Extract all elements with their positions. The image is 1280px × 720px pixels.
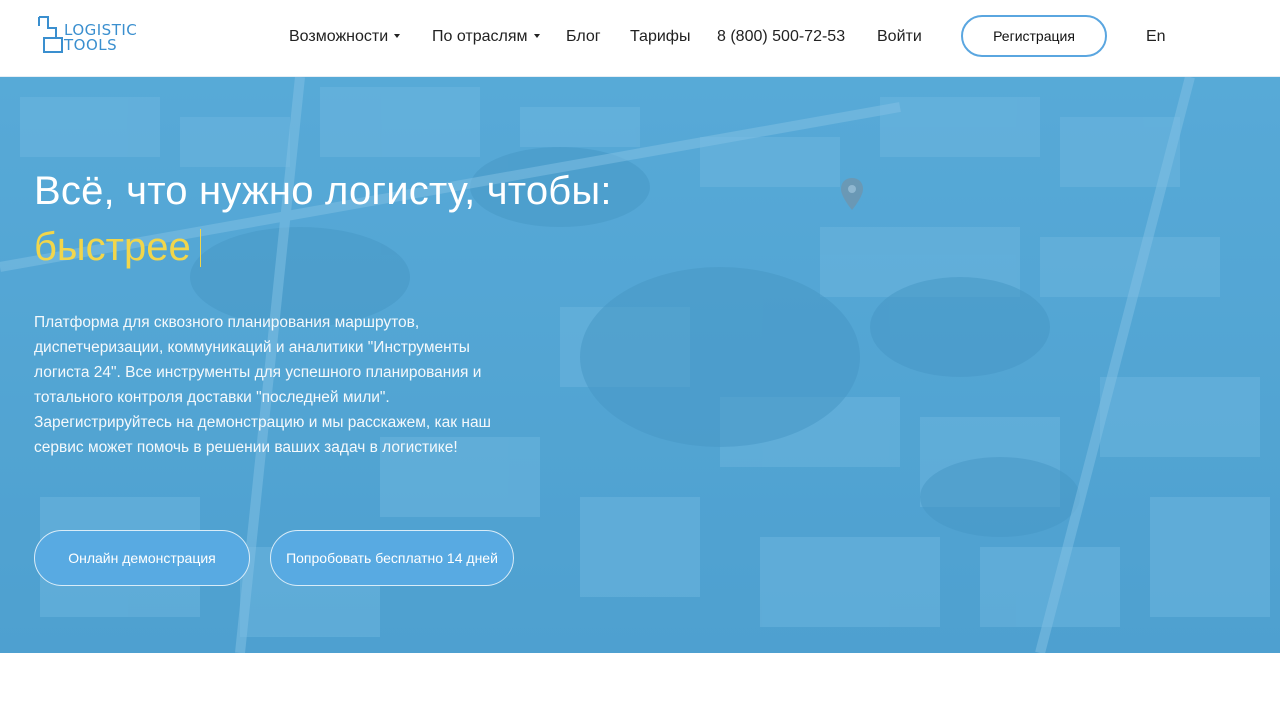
nav-features-label: Возможности <box>289 28 389 45</box>
nav-industries[interactable]: По отраслям <box>432 27 540 47</box>
nav-login[interactable]: Войти <box>877 27 922 47</box>
language-switch[interactable]: En <box>1146 27 1166 47</box>
nav-pricing[interactable]: Тарифы <box>630 27 690 47</box>
logo-icon <box>38 16 63 53</box>
hero-rotating-word: быстрее <box>34 225 191 269</box>
hero-section: Всё, что нужно логисту, чтобы: быстрее П… <box>0 77 1280 653</box>
logo-text-line2: TOOLS <box>64 36 118 54</box>
map-pin-icon <box>841 178 863 210</box>
caret-down-icon <box>533 33 540 38</box>
site-header: LOGISTIC TOOLS Возможности По отраслям Б… <box>0 0 1280 77</box>
hero-description: Платформа для сквозного планирования мар… <box>34 314 491 456</box>
free-trial-button[interactable]: Попробовать бесплатно 14 дней <box>270 530 514 586</box>
nav-blog[interactable]: Блог <box>566 27 601 47</box>
logo-link[interactable]: LOGISTIC TOOLS <box>36 14 146 56</box>
nav-industries-label: По отраслям <box>432 28 528 45</box>
register-button[interactable]: Регистрация <box>961 15 1107 57</box>
nav-phone[interactable]: 8 (800) 500-72-53 <box>717 27 845 47</box>
nav-features[interactable]: Возможности <box>289 27 401 47</box>
typing-cursor <box>200 229 201 267</box>
hero-headline: Всё, что нужно логисту, чтобы: <box>34 169 612 213</box>
caret-down-icon <box>394 33 401 38</box>
online-demo-button[interactable]: Онлайн демонстрация <box>34 530 250 586</box>
